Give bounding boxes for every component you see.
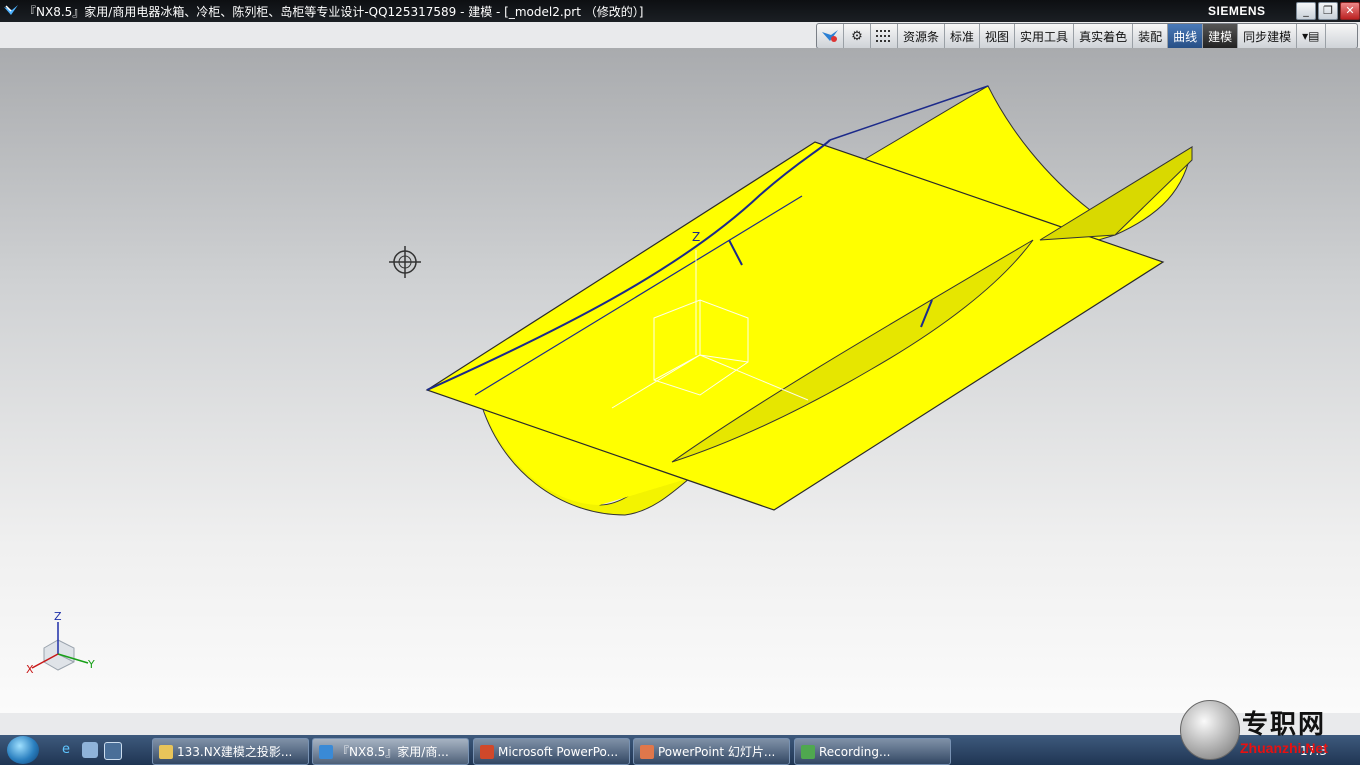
watermark-url: Zhuanzhi.Net: [1240, 740, 1328, 756]
windows-taskbar: e 133.NX建模之投影... 『NX8.5』家用/商... Microsof…: [0, 735, 1360, 765]
tab-standard[interactable]: 标准: [945, 24, 981, 48]
slideshow-icon: [640, 744, 654, 759]
main-toolbar: ⚙ 资源条 标准 视图 实用工具 真实着色 装配 曲线 建模 同步建模 ▾▤: [816, 23, 1358, 49]
taskbar-item-powerpoint[interactable]: Microsoft PowerPo...: [473, 738, 630, 765]
nx-taskbar-icon: [319, 744, 333, 759]
gear-icon[interactable]: ⚙: [844, 24, 871, 48]
ie-icon[interactable]: e: [58, 742, 74, 758]
triad-y-label: Y: [87, 658, 95, 671]
start-button[interactable]: [7, 736, 39, 764]
taskbar-item-folder[interactable]: 133.NX建模之投影...: [152, 738, 309, 765]
taskbar-item-recording[interactable]: Recording...: [794, 738, 951, 765]
powerpoint-icon: [480, 744, 494, 759]
window-title: 『NX8.5』家用/商用电器冰箱、冷柜、陈列柜、岛柜等专业设计-QQ125317…: [24, 5, 644, 19]
tab-curve[interactable]: 曲线: [1168, 24, 1204, 48]
view-triad-icon[interactable]: Z Y X: [26, 610, 95, 676]
tab-utilities[interactable]: 实用工具: [1015, 24, 1075, 48]
watermark-ball-logo: [1180, 700, 1240, 760]
tab-resource-bar[interactable]: 资源条: [898, 24, 946, 48]
taskbar-item-slideshow[interactable]: PowerPoint 幻灯片...: [633, 738, 790, 765]
watermark-text: 专职网: [1242, 710, 1327, 740]
computer-icon[interactable]: [82, 742, 98, 758]
model-canvas[interactable]: Z Z Y X: [0, 48, 1360, 713]
tab-synchronous-modeling[interactable]: 同步建模: [1238, 24, 1298, 48]
tab-view[interactable]: 视图: [980, 24, 1016, 48]
siemens-brand: SIEMENS: [1208, 4, 1266, 18]
wcs-z-label: Z: [692, 230, 700, 244]
crosshair-cursor-icon: [389, 246, 421, 278]
nx-logo-icon[interactable]: [817, 24, 844, 48]
graphics-viewport[interactable]: Z Z Y X: [0, 48, 1360, 713]
folder-icon: [159, 744, 173, 759]
tab-assembly[interactable]: 装配: [1133, 24, 1169, 48]
triad-x-label: X: [26, 663, 34, 676]
recording-icon: [801, 744, 815, 759]
tab-modeling[interactable]: 建模: [1203, 24, 1239, 48]
close-button[interactable]: ✕: [1340, 2, 1360, 20]
taskbar-item-nx[interactable]: 『NX8.5』家用/商...: [312, 738, 469, 765]
minimize-button[interactable]: _: [1296, 2, 1316, 20]
nx-app-icon[interactable]: [3, 3, 19, 19]
triad-z-label: Z: [54, 610, 62, 623]
toolbar-options-button[interactable]: ▾▤: [1297, 24, 1326, 48]
title-bar: 『NX8.5』家用/商用电器冰箱、冷柜、陈列柜、岛柜等专业设计-QQ125317…: [0, 0, 1360, 22]
show-desktop-icon[interactable]: [104, 742, 122, 760]
restore-button[interactable]: ❐: [1318, 2, 1338, 20]
tab-true-shading[interactable]: 真实着色: [1074, 24, 1134, 48]
grid-icon[interactable]: [871, 24, 898, 48]
site-watermark: 专职网 Zhuanzhi.Net: [1178, 700, 1360, 762]
